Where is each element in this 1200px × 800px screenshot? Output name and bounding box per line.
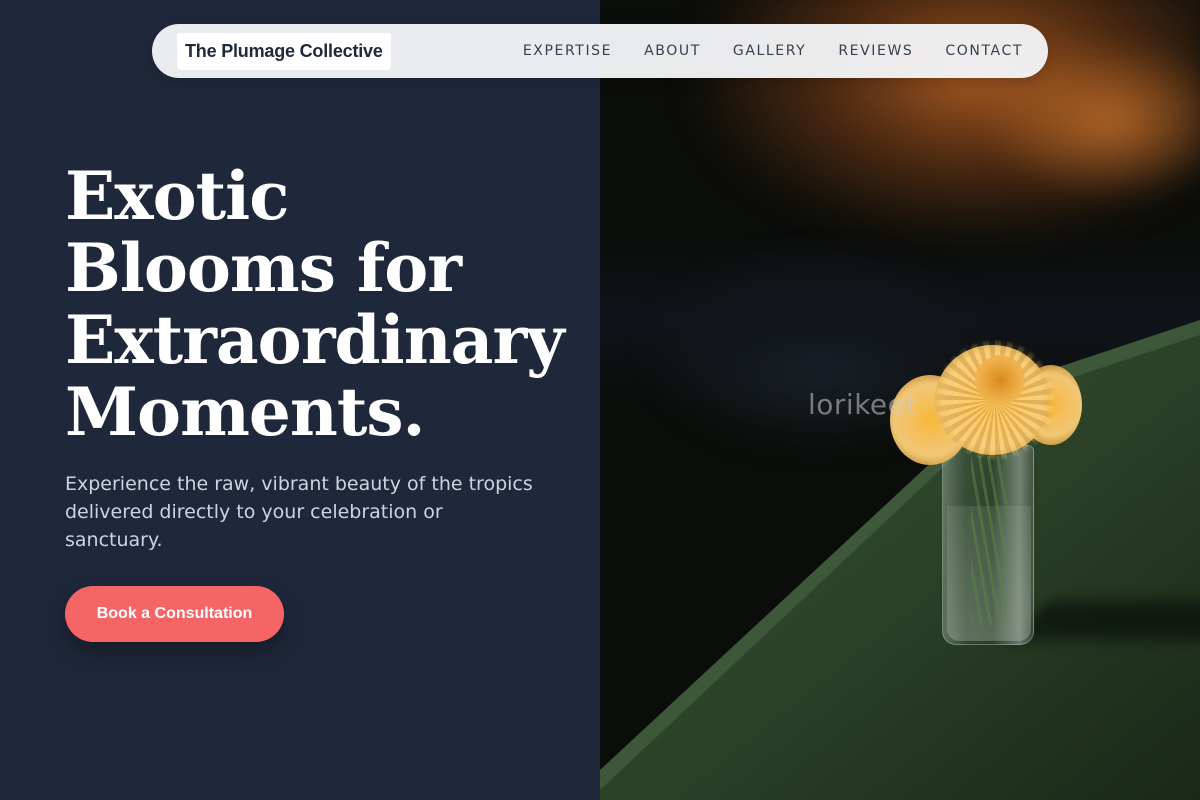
- nav-link-gallery[interactable]: GALLERY: [733, 43, 806, 59]
- nav-link-expertise[interactable]: EXPERTISE: [523, 43, 612, 59]
- flower-center: [975, 355, 1025, 405]
- hero-title-line: Blooms for: [65, 229, 462, 307]
- vase-shadow: [1013, 600, 1200, 640]
- hero-title-line: Extraordinary: [65, 301, 565, 379]
- nav-link-reviews[interactable]: REVIEWS: [838, 43, 913, 59]
- hero-title-line: Exotic: [65, 157, 289, 235]
- nav-link-contact[interactable]: CONTACT: [945, 43, 1023, 59]
- hero-subtitle: Experience the raw, vibrant beauty of th…: [65, 473, 533, 551]
- hero-title-line: Moments.: [65, 373, 426, 451]
- nav-link-about[interactable]: ABOUT: [644, 43, 701, 59]
- glass-vase: [942, 445, 1034, 645]
- nav-links: EXPERTISE ABOUT GALLERY REVIEWS CONTACT: [523, 43, 1023, 59]
- hero-title: Exotic Blooms for Extraordinary Moments.: [65, 160, 585, 448]
- flower-stems: [971, 456, 1007, 626]
- image-watermark: lorikeet: [808, 388, 917, 421]
- brand-logo[interactable]: The Plumage Collective: [177, 32, 391, 70]
- top-navbar: The Plumage Collective EXPERTISE ABOUT G…: [152, 24, 1048, 78]
- book-consultation-button[interactable]: Book a Consultation: [65, 586, 284, 642]
